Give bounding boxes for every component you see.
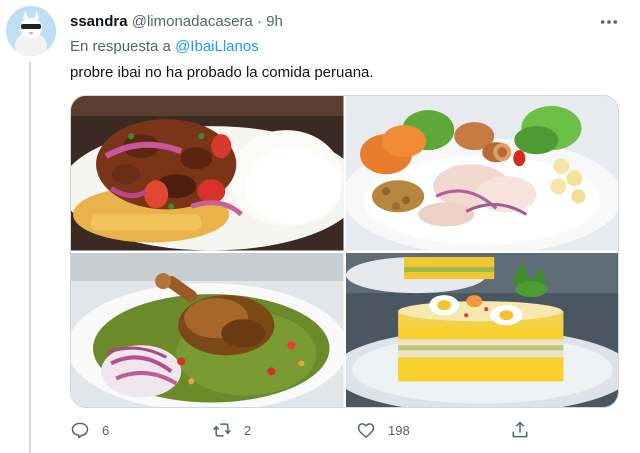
user-handle[interactable]: @limonadacasera [132,13,253,30]
like-count: 198 [388,422,410,438]
more-options-button[interactable] [598,12,620,32]
reply-prefix: En respuesta a [70,38,171,55]
reply-mention-link[interactable]: @IbaiLlanos [175,38,259,55]
display-name[interactable]: ssandra [70,13,128,30]
like-button[interactable]: 198 [356,416,410,444]
tweet-header: ssandra @limonadacasera · 9h [70,12,283,32]
action-bar: 6 2 198 [60,416,540,444]
media-image-1[interactable] [71,96,344,251]
timestamp[interactable]: 9h [266,13,283,30]
reply-count: 6 [102,422,110,438]
retweet-button[interactable]: 2 [212,416,251,444]
thread-line [29,62,31,453]
tweet-text: probre ibai no ha probado la comida peru… [70,64,374,81]
media-image-3[interactable] [71,252,344,407]
food-photo-lomo-saltado [71,96,344,251]
food-photo-causa [345,252,618,407]
separator: · [257,13,263,30]
media-grid [70,95,619,408]
reply-icon [71,422,89,439]
share-icon [512,421,528,438]
media-image-4[interactable] [345,252,618,407]
food-photo-arroz-con-pollo [71,252,344,407]
media-image-2[interactable] [345,96,618,251]
retweet-icon [213,423,231,437]
avatar[interactable] [6,6,56,56]
avatar-image [6,6,56,56]
retweet-count: 2 [244,422,252,438]
share-button[interactable] [510,416,530,444]
heart-icon [357,423,375,438]
food-photo-ceviche [345,96,618,251]
reply-button[interactable]: 6 [70,416,109,444]
more-icon [600,20,618,24]
reply-context: En respuesta a @IbaiLlanos [70,37,259,57]
